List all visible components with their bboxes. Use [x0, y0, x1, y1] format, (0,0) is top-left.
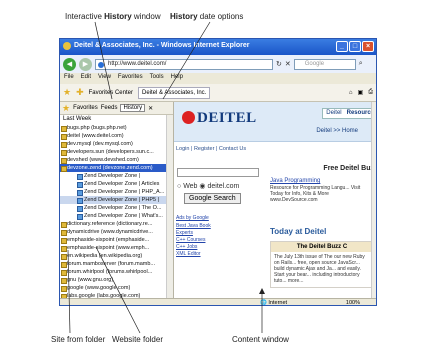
deitel-logo[interactable]: DEITEL	[182, 110, 257, 127]
tab-deitel[interactable]: Deitel & Associates, Inc.	[137, 86, 211, 99]
nav-resources[interactable]: Resource	[347, 110, 374, 116]
internet-zone: 🌐 Internet	[260, 300, 288, 306]
history-list: bugs.php (bugs.php.net) deitel (www.deite…	[60, 124, 173, 298]
history-folder-item[interactable]: emphaside-sixpoint (emphaside...	[60, 236, 173, 244]
buzz-box-heading: The Deitel Buzz C	[271, 242, 373, 252]
callout-site-from-folder: Site from folder	[51, 335, 106, 344]
favorites-icon: ★	[62, 102, 71, 113]
ad-link[interactable]: C++ Jobs	[176, 244, 197, 250]
sidebar-header: ★ Favorites Feeds History ✕	[60, 102, 173, 115]
back-button[interactable]: ◀	[63, 57, 76, 71]
history-site-item[interactable]: Zend Developer Zone | PHP_A...	[60, 188, 173, 196]
ad-link[interactable]: XML Editor	[176, 251, 201, 257]
history-folder-item[interactable]: devzone.zend (devzone.zend.com)	[60, 164, 173, 172]
history-folder-item[interactable]: emphaside-sixpoint (www.emph...	[60, 244, 173, 252]
logo-ball-icon	[182, 111, 195, 124]
history-folder-item[interactable]: gnu (www.gnu.org)	[60, 276, 173, 284]
page-header: DEITEL Deitel Resource Deitel >> Home	[174, 102, 376, 142]
add-favorites-icon[interactable]: ✚	[76, 87, 84, 98]
free-buzz-heading: Free Deitel Buz	[323, 165, 374, 172]
history-site-item[interactable]: Zend Developer Zone |	[60, 172, 173, 180]
today-heading: Today at Deitel	[270, 227, 327, 236]
refresh-button[interactable]: ↻	[276, 60, 282, 68]
history-folder-item[interactable]: google (www.google.com)	[60, 284, 173, 292]
zoom-level[interactable]: 100%	[346, 300, 360, 305]
ad-link[interactable]: Best Java Book	[176, 223, 211, 229]
window-title: Deitel & Associates, Inc. - Windows Inte…	[74, 42, 250, 49]
favorites-star-icon[interactable]: ★	[63, 87, 71, 98]
history-folder-item[interactable]: deitel (www.deitel.com)	[60, 132, 173, 140]
callout-history-window: Interactive History window	[65, 12, 161, 21]
maximize-button[interactable]: □	[349, 41, 361, 52]
history-folder-item[interactable]: dynamicdrive (www.dynamicdrive...	[60, 228, 173, 236]
menu-help[interactable]: Help	[171, 74, 183, 83]
java-programming-link[interactable]: Java Programming	[270, 178, 320, 184]
content-area: ★ Favorites Feeds History ✕ Last Week bu…	[60, 102, 376, 298]
nav-deitel[interactable]: Deitel	[326, 110, 341, 116]
close-button[interactable]: ×	[362, 41, 374, 52]
ie-icon	[63, 42, 71, 50]
history-group-last-week[interactable]: Last Week	[60, 115, 173, 124]
history-folder-item[interactable]: dev.mysql (dev.mysql.com)	[60, 140, 173, 148]
history-folder-item[interactable]: dictionary.reference (dictionary.re...	[60, 220, 173, 228]
history-date-options[interactable]: History	[120, 104, 146, 112]
history-folder-item[interactable]: forum.whirlpool (forums.whirlpool...	[60, 268, 173, 276]
browser-window: Deitel & Associates, Inc. - Windows Inte…	[59, 38, 377, 306]
history-folder-item[interactable]: bugs.php (bugs.php.net)	[60, 124, 173, 132]
history-site-item[interactable]: Zend Developer Zone | Articles	[60, 180, 173, 188]
history-site-item[interactable]: Zend Developer Zone | The O...	[60, 204, 173, 212]
address-input[interactable]: http://www.deitel.com/	[95, 58, 273, 70]
history-site-item[interactable]: Zend Developer Zone | PHP5 |	[60, 196, 173, 204]
print-icon[interactable]: ⎙	[368, 89, 373, 96]
java-programming-desc: Resource for Programming Langu... Visit …	[270, 185, 361, 203]
login-links[interactable]: Login | Register | Contact Us	[176, 146, 246, 152]
buzz-box: The Deitel Buzz C The July 13th issue of…	[270, 241, 374, 288]
menu-tools[interactable]: Tools	[150, 74, 164, 83]
menu-file[interactable]: File	[64, 74, 74, 83]
buzz-box-text: The July 13th issue of The our new Ruby …	[274, 254, 365, 284]
breadcrumb[interactable]: Deitel >> Home	[316, 128, 358, 134]
radio-web[interactable]: ○	[177, 183, 181, 190]
callout-website-folder: Website folder	[112, 335, 163, 344]
stop-button[interactable]: ✕	[285, 60, 291, 68]
sidebar-scrollbar[interactable]	[166, 115, 173, 298]
callout-content-window: Content window	[232, 335, 289, 344]
history-folder-item[interactable]: en.wikipedia (en.wikipedia.org)	[60, 252, 173, 260]
favorites-center-button[interactable]: Favorites Center	[89, 90, 133, 96]
menu-bar: File Edit View Favorites Tools Help	[60, 73, 376, 84]
callout-date-options: History date options	[170, 12, 244, 21]
search-icon[interactable]: ⌕	[359, 60, 363, 68]
page-scrollbar[interactable]	[371, 102, 376, 298]
status-bar: 🌐 Internet 100%	[60, 298, 376, 306]
feeds-tab[interactable]: Feeds	[101, 105, 118, 111]
command-bar: ★ ✚ Favorites Center Deitel & Associates…	[60, 84, 376, 102]
minimize-button[interactable]: _	[336, 41, 348, 52]
google-search-button[interactable]: Google Search	[184, 193, 241, 204]
content-window: DEITEL Deitel Resource Deitel >> Home Log…	[174, 102, 376, 298]
address-bar: ◀ ▶ http://www.deitel.com/ ↻ ✕ Google ⌕	[60, 55, 376, 73]
history-folder-item[interactable]: devshed (www.devshed.com)	[60, 156, 173, 164]
ad-link[interactable]: C++ Courses	[176, 237, 205, 243]
search-input[interactable]: Google	[293, 58, 356, 70]
history-folder-item[interactable]: forum.mamboserver (forum.mamb...	[60, 260, 173, 268]
search-scope: ○ Web ◉ deitel.com	[177, 183, 240, 190]
home-icon[interactable]: ⌂	[349, 90, 353, 96]
menu-edit[interactable]: Edit	[81, 74, 91, 83]
ads-heading[interactable]: Ads by Google	[176, 215, 209, 221]
history-folder-item[interactable]: developers.sun (developers.sun.c...	[60, 148, 173, 156]
feeds-icon[interactable]: ▣	[358, 89, 364, 96]
site-search-input[interactable]	[177, 168, 259, 177]
radio-site[interactable]: ◉	[199, 183, 205, 190]
menu-view[interactable]: View	[98, 74, 111, 83]
close-sidebar-icon[interactable]: ✕	[148, 105, 153, 112]
ad-link[interactable]: Experts	[176, 230, 193, 236]
title-bar: Deitel & Associates, Inc. - Windows Inte…	[60, 39, 376, 55]
history-sidebar: ★ Favorites Feeds History ✕ Last Week bu…	[60, 102, 174, 298]
forward-button[interactable]: ▶	[79, 57, 92, 71]
menu-favorites[interactable]: Favorites	[118, 74, 143, 83]
history-site-item[interactable]: Zend Developer Zone | What's...	[60, 212, 173, 220]
favorites-tab[interactable]: Favorites	[73, 105, 98, 111]
site-nav-tabs: Deitel Resource	[322, 108, 376, 119]
